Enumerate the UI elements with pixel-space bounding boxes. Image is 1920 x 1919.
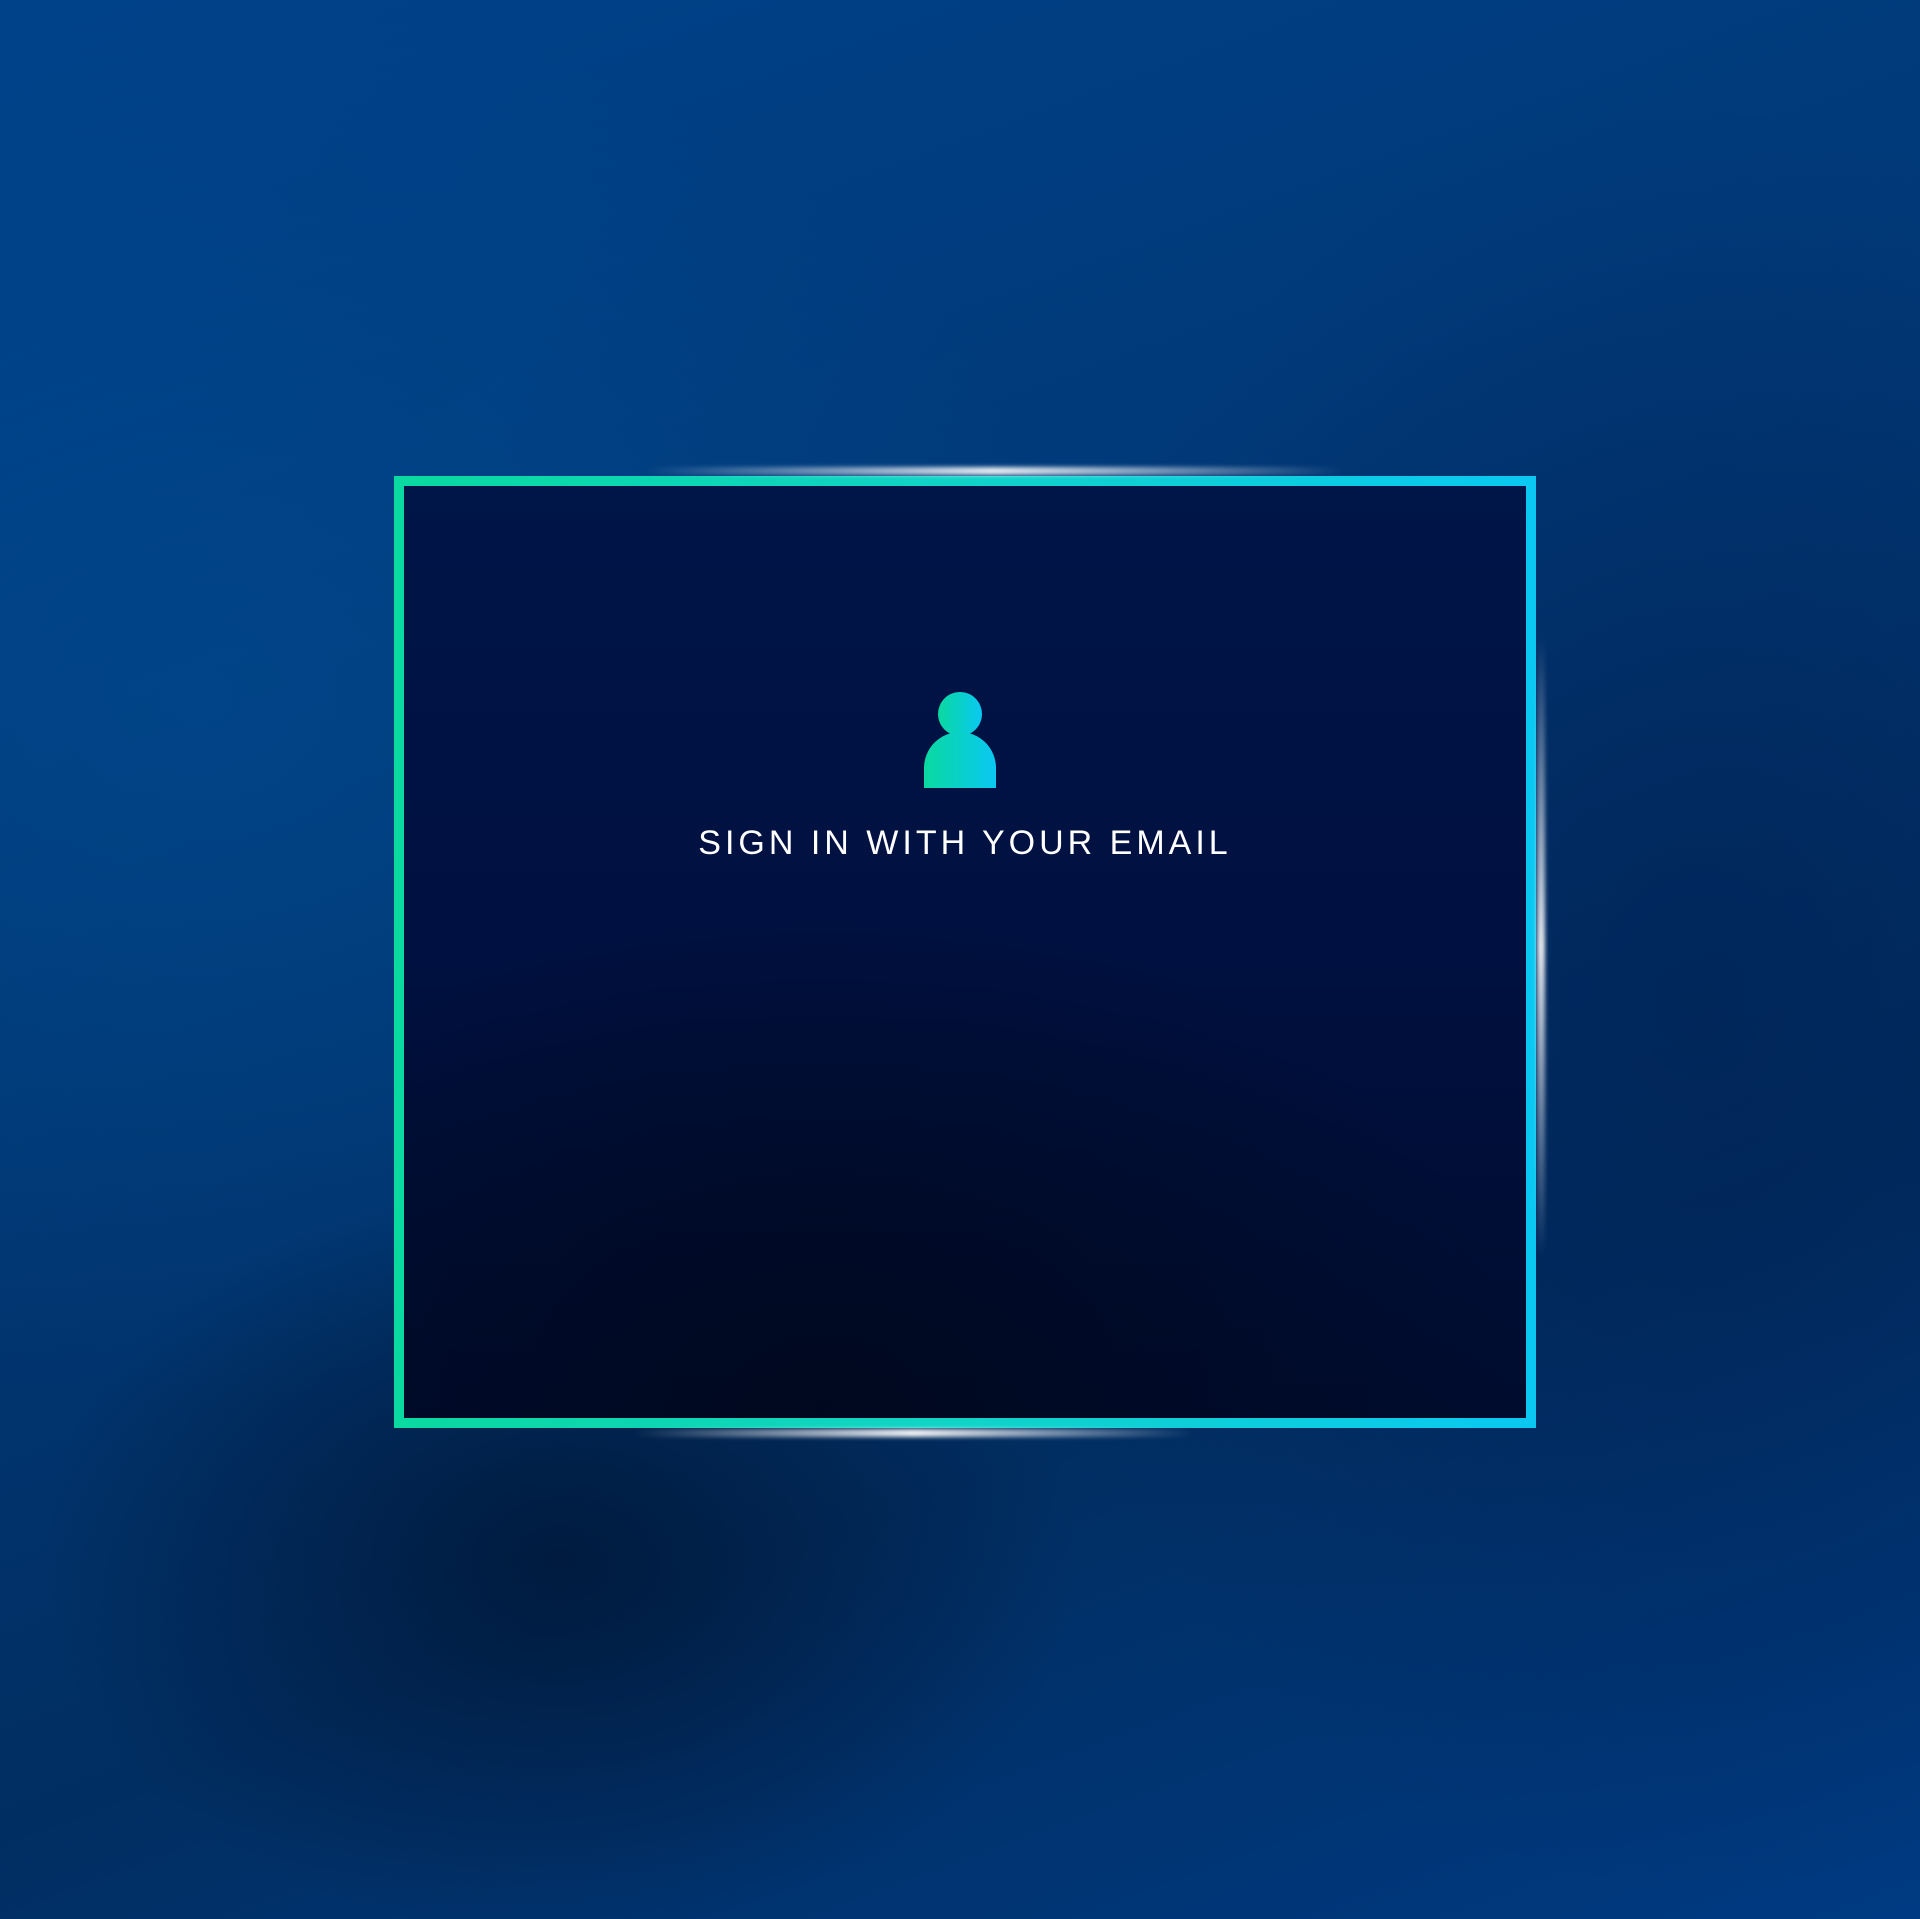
signin-heading: SIGN IN WITH YOUR EMAIL — [698, 824, 1232, 862]
border-glow-top — [644, 467, 1344, 475]
signin-panel: SIGN IN WITH YOUR EMAIL — [394, 467, 1545, 1437]
user-icon — [924, 692, 996, 788]
signin-panel-body: SIGN IN WITH YOUR EMAIL — [404, 486, 1526, 1418]
border-glow-right — [1537, 636, 1545, 1256]
border-glow-bottom — [634, 1429, 1194, 1437]
